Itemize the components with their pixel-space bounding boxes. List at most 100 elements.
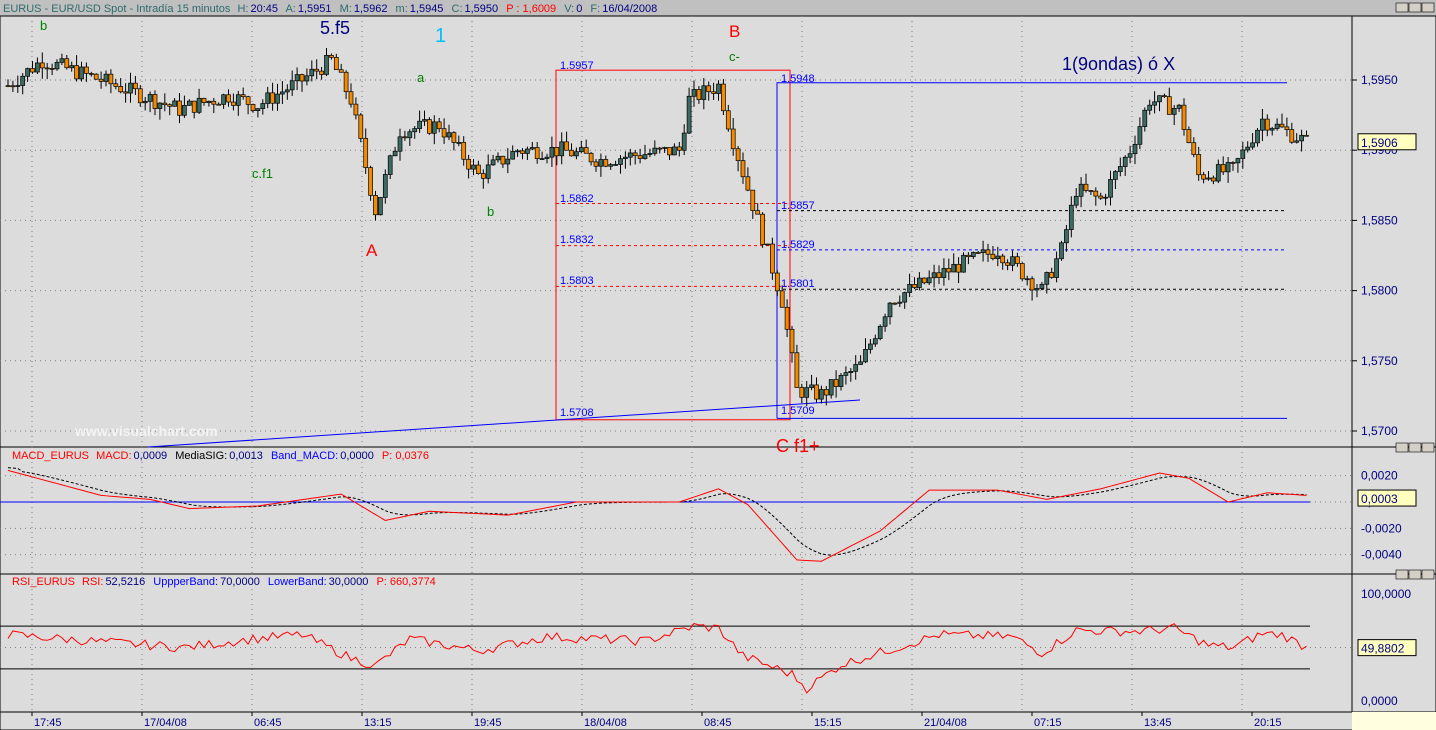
- candle-body: [324, 55, 329, 75]
- candle-body: [294, 74, 300, 82]
- candle-body: [921, 277, 927, 284]
- candle-body: [809, 384, 814, 388]
- candle-body: [88, 73, 94, 75]
- candle-body: [529, 147, 535, 150]
- wave-label-5f5: 5.f5: [320, 18, 350, 38]
- corner: [1352, 712, 1436, 730]
- candle-body: [941, 268, 947, 278]
- candle-body: [333, 57, 339, 71]
- maximize-button[interactable]: [1408, 442, 1422, 453]
- price-tick-label: 1,5750: [1361, 354, 1398, 368]
- candle-body: [676, 146, 682, 151]
- wave-label-a: a: [417, 70, 425, 85]
- candle-body: [84, 66, 89, 74]
- candle-body: [103, 73, 109, 82]
- wave-label-cf1: c.f1: [252, 166, 273, 181]
- candle-body: [446, 132, 452, 138]
- minimize-button[interactable]: [1395, 569, 1409, 580]
- time-tick-label: 19:45: [474, 717, 502, 729]
- wave-label-A: A: [366, 241, 378, 260]
- candle-body: [485, 164, 491, 179]
- candle-body: [358, 114, 364, 139]
- candle-body: [995, 255, 1001, 259]
- candle-body: [525, 148, 530, 154]
- wave-label-Cf1plus: C f1+: [776, 436, 820, 456]
- candle-body: [1073, 195, 1079, 206]
- rsi-tick-label: 100,0000: [1361, 587, 1411, 601]
- candle-body: [902, 292, 908, 303]
- candle-body: [480, 173, 486, 179]
- candle-body: [137, 88, 143, 104]
- candle-body: [789, 328, 795, 354]
- candle-body: [672, 146, 677, 156]
- candle-body: [1078, 183, 1084, 197]
- candle-body: [681, 132, 687, 151]
- candle-body: [382, 174, 388, 198]
- time-tick-label: 21/04/08: [924, 717, 967, 729]
- candle-body: [613, 164, 618, 166]
- candle-body: [1152, 101, 1157, 106]
- fib-red-label: 1.5803: [560, 275, 594, 287]
- candle-body: [598, 159, 604, 167]
- candle-body: [182, 105, 187, 116]
- candle-body: [250, 104, 256, 112]
- candle-body: [1103, 196, 1108, 199]
- candle-body: [946, 268, 952, 273]
- candle-body: [711, 91, 716, 94]
- candle-body: [750, 189, 756, 211]
- candle-body: [495, 155, 501, 161]
- close-button[interactable]: [1421, 2, 1435, 13]
- price-tick-label: 1,5950: [1361, 73, 1398, 87]
- maximize-button[interactable]: [1408, 2, 1422, 13]
- candle-body: [843, 372, 849, 376]
- candle-body: [1230, 162, 1236, 164]
- candle-body: [1113, 171, 1118, 180]
- candle-body: [1019, 263, 1025, 280]
- candle-body: [417, 120, 422, 129]
- candle-body: [1181, 104, 1187, 130]
- candle-body: [451, 132, 457, 143]
- candle-body: [838, 375, 844, 387]
- candle-body: [970, 252, 976, 258]
- candle-body: [35, 62, 40, 73]
- candle-body: [226, 94, 231, 103]
- minimize-button[interactable]: [1395, 442, 1409, 453]
- candle-body: [255, 108, 261, 112]
- candle-body: [691, 89, 697, 97]
- candle-body: [819, 389, 824, 400]
- candle-body: [216, 103, 222, 106]
- candle-body: [735, 148, 741, 161]
- candle-body: [936, 272, 942, 278]
- candle-body: [583, 147, 589, 154]
- time-tick-label: 17/04/08: [144, 717, 187, 729]
- candle-body: [39, 62, 45, 69]
- candle-body: [343, 71, 349, 93]
- candle-body: [69, 65, 75, 69]
- candle-body: [637, 155, 643, 159]
- candle-body: [147, 94, 153, 102]
- minimize-button[interactable]: [1395, 2, 1409, 13]
- chart-window: EURUS - EUR/USD Spot - Intradía 15 minut…: [0, 0, 1436, 730]
- candle-body: [1015, 256, 1020, 264]
- close-button[interactable]: [1421, 442, 1435, 453]
- candle-body: [49, 68, 55, 70]
- wave-label-b: b: [40, 18, 47, 33]
- candle-body: [1196, 154, 1202, 176]
- candle-body: [476, 164, 481, 174]
- candle-body: [701, 85, 707, 100]
- close-button[interactable]: [1421, 569, 1435, 580]
- fib-red-label: 1.5957: [560, 60, 594, 72]
- candle-body: [128, 82, 133, 94]
- candle-body: [1029, 278, 1035, 291]
- candle-body: [1186, 129, 1192, 144]
- maximize-button[interactable]: [1408, 569, 1422, 580]
- chart-header: EURUS - EUR/USD Spot - Intradía 15 minut…: [3, 3, 657, 15]
- candle-body: [1206, 177, 1211, 180]
- candle-body: [30, 68, 35, 73]
- candle-body: [907, 284, 912, 293]
- candle-body: [1122, 156, 1128, 167]
- candle-body: [657, 147, 663, 150]
- wave-label-b2: b: [487, 204, 494, 219]
- fib-blue-label: 1.5829: [781, 239, 815, 251]
- candle-body: [44, 67, 50, 70]
